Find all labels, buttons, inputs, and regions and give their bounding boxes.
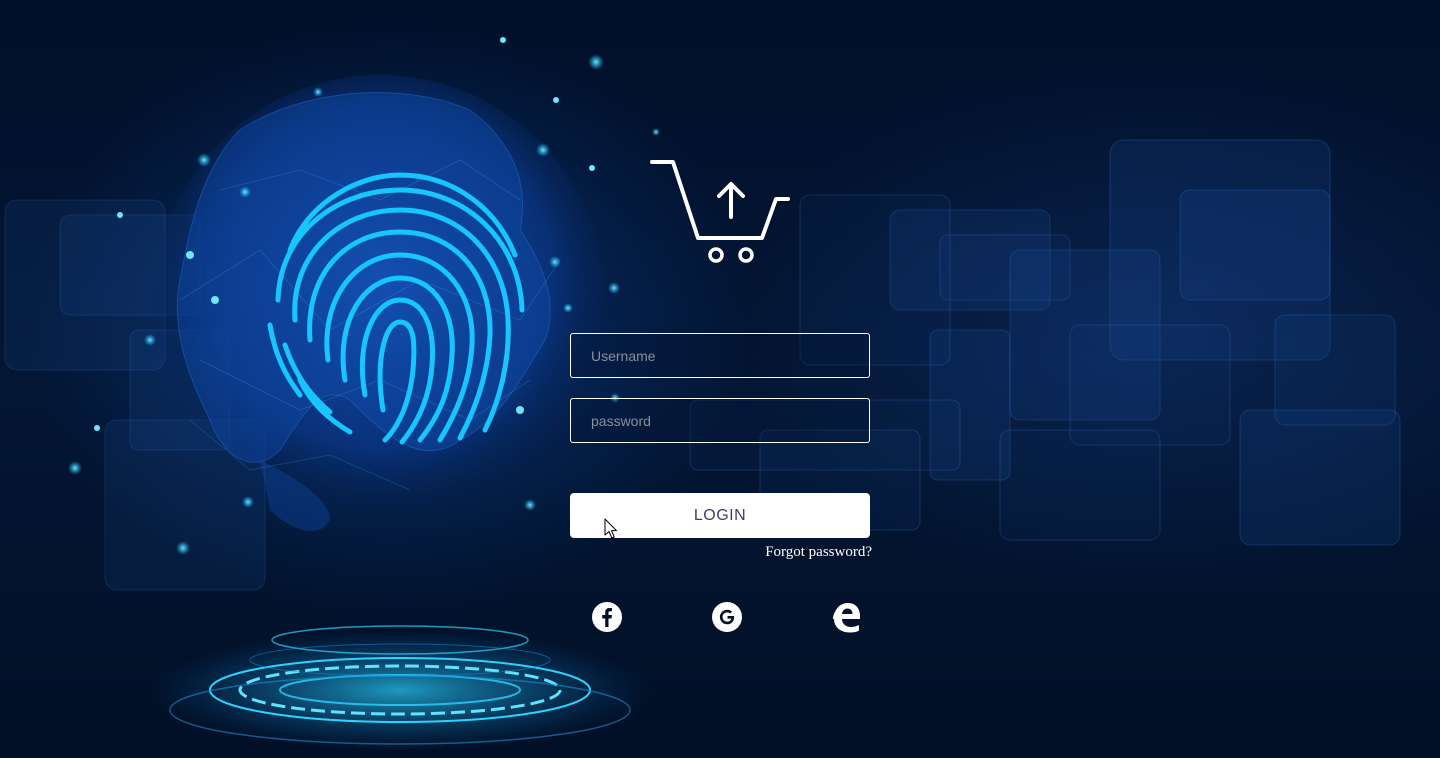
google-icon[interactable] bbox=[711, 600, 743, 634]
hologram-pad bbox=[150, 625, 650, 750]
forgot-password-link[interactable]: Forgot password? bbox=[700, 544, 872, 561]
password-field[interactable] bbox=[570, 398, 870, 443]
shopping-cart-upload-icon bbox=[650, 160, 790, 263]
username-field[interactable] bbox=[570, 333, 870, 378]
login-button[interactable]: LOGIN bbox=[570, 493, 870, 538]
background-illustration bbox=[4, 37, 1401, 750]
login-page: LOGIN Forgot password? bbox=[0, 0, 1440, 758]
facebook-icon[interactable] bbox=[591, 600, 623, 634]
edge-icon[interactable] bbox=[830, 600, 862, 634]
